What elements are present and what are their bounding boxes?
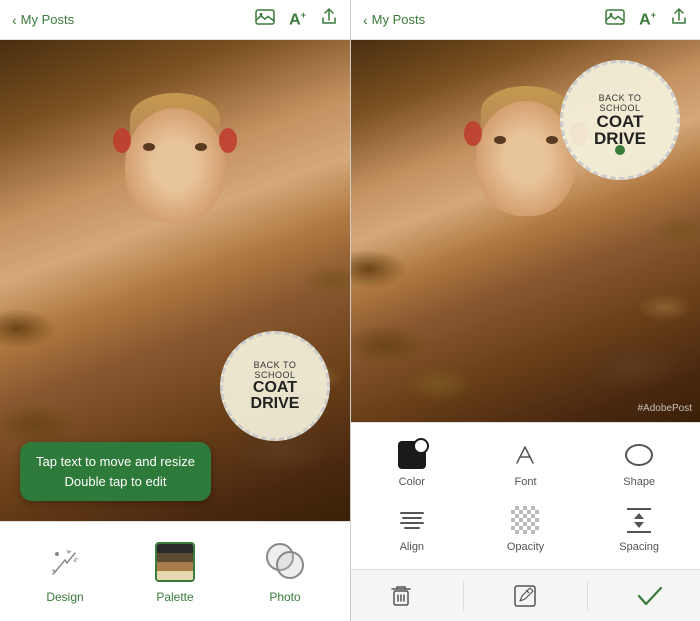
align-line-1 xyxy=(400,512,424,514)
left-chevron-icon: ‹ xyxy=(12,12,17,28)
delete-button[interactable] xyxy=(383,578,419,614)
spacing-arrows-icon xyxy=(627,508,651,533)
align-line-2 xyxy=(402,517,422,519)
spacing-icon-container xyxy=(623,504,655,536)
photo-circle-2 xyxy=(276,551,304,579)
shape-oval-icon xyxy=(625,444,653,466)
right-share-icon[interactable] xyxy=(670,8,688,31)
color-icon xyxy=(396,439,428,471)
shape-label: Shape xyxy=(623,476,655,488)
right-top-bar-right: A+ xyxy=(605,8,688,31)
spacing-arrow-down xyxy=(634,522,644,528)
spacing-arrow-up xyxy=(634,513,644,519)
right-image-icon[interactable] xyxy=(605,9,625,30)
palette-layer-tan xyxy=(157,562,193,571)
right-text-icon[interactable]: A+ xyxy=(639,10,656,29)
opacity-label: Opacity xyxy=(507,541,544,553)
palette-icon xyxy=(153,540,197,584)
right-image-area[interactable]: BACK TO SCHOOL COAT DRIVE #AdobePost xyxy=(351,40,700,422)
left-photo-background: BACK TO SCHOOL COAT DRIVE Tap text to mo… xyxy=(0,40,350,521)
action-divider-1 xyxy=(463,581,464,611)
right-photo-background: BACK TO SCHOOL COAT DRIVE #AdobePost xyxy=(351,40,700,422)
left-text-icon[interactable]: A+ xyxy=(289,10,306,29)
left-share-icon[interactable] xyxy=(320,8,338,31)
left-back-button[interactable]: ‹ My Posts xyxy=(12,12,74,28)
align-icon-container xyxy=(396,504,428,536)
left-panel: ‹ My Posts A+ xyxy=(0,0,350,621)
left-bottom-toolbar: Design Palette Photo xyxy=(0,521,350,621)
align-lines-icon xyxy=(400,512,424,529)
palette-layer-dark xyxy=(157,544,193,553)
tooltip-line2: Double tap to edit xyxy=(36,472,195,492)
right-bottom-toolbar: Color Font Shape xyxy=(351,422,700,621)
color-square-icon xyxy=(398,441,426,469)
right-text-badge[interactable]: BACK TO SCHOOL COAT DRIVE xyxy=(560,60,680,180)
action-divider-2 xyxy=(587,581,588,611)
align-line-3 xyxy=(400,522,424,524)
tooltip-line1: Tap text to move and resize xyxy=(36,452,195,472)
left-text-badge[interactable]: BACK TO SCHOOL COAT DRIVE xyxy=(220,331,330,441)
right-chevron-icon: ‹ xyxy=(363,12,368,28)
toolbar-grid: Color Font Shape xyxy=(351,423,700,569)
palette-label: Palette xyxy=(156,590,193,604)
shape-icon xyxy=(623,439,655,471)
design-icon xyxy=(43,540,87,584)
left-image-icon[interactable] xyxy=(255,9,275,30)
opacity-tool[interactable]: Opacity xyxy=(469,496,583,561)
palette-layer-light xyxy=(157,571,193,580)
tooltip: Tap text to move and resize Double tap t… xyxy=(20,442,211,501)
photo-label: Photo xyxy=(269,590,300,604)
align-line-4 xyxy=(404,527,420,529)
color-label: Color xyxy=(399,476,425,488)
right-back-label: My Posts xyxy=(372,12,425,27)
right-top-bar: ‹ My Posts A+ xyxy=(351,0,700,40)
spacing-label: Spacing xyxy=(619,541,659,553)
badge-line4-left: DRIVE xyxy=(251,396,300,412)
badge-line3-left: COAT xyxy=(253,380,297,396)
design-label: Design xyxy=(46,590,83,604)
left-back-label: My Posts xyxy=(21,12,74,27)
font-label: Font xyxy=(514,476,536,488)
watermark: #AdobePost xyxy=(638,403,693,414)
dot-indicator xyxy=(615,145,625,155)
left-top-bar-right: A+ xyxy=(255,8,338,31)
right-back-button[interactable]: ‹ My Posts xyxy=(363,12,425,28)
shape-tool[interactable]: Shape xyxy=(582,431,696,496)
spacing-bottom-line xyxy=(627,531,651,533)
badge-line3-right: COAT xyxy=(597,113,644,130)
design-tool[interactable]: Design xyxy=(43,540,87,604)
right-panel: ‹ My Posts A+ xyxy=(350,0,700,621)
spacing-top-line xyxy=(627,508,651,510)
photo-tool[interactable]: Photo xyxy=(263,540,307,604)
badge-line1-left: BACK TO xyxy=(254,360,297,370)
align-tool[interactable]: Align xyxy=(355,496,469,561)
opacity-checkerboard-icon xyxy=(511,506,539,534)
color-tool[interactable]: Color xyxy=(355,431,469,496)
spacing-tool[interactable]: Spacing xyxy=(582,496,696,561)
edit-button[interactable] xyxy=(507,578,543,614)
palette-layer-brown xyxy=(157,553,193,562)
left-image-area[interactable]: BACK TO SCHOOL COAT DRIVE Tap text to mo… xyxy=(0,40,350,521)
photo-icon xyxy=(263,540,307,584)
action-bar xyxy=(351,569,700,621)
align-label: Align xyxy=(400,541,424,553)
left-top-bar: ‹ My Posts A+ xyxy=(0,0,350,40)
opacity-icon-container xyxy=(509,504,541,536)
font-icon xyxy=(509,439,541,471)
palette-tool[interactable]: Palette xyxy=(153,540,197,604)
badge-line1-right: BACK TO xyxy=(599,93,642,103)
confirm-button[interactable] xyxy=(632,578,668,614)
font-tool[interactable]: Font xyxy=(469,431,583,496)
